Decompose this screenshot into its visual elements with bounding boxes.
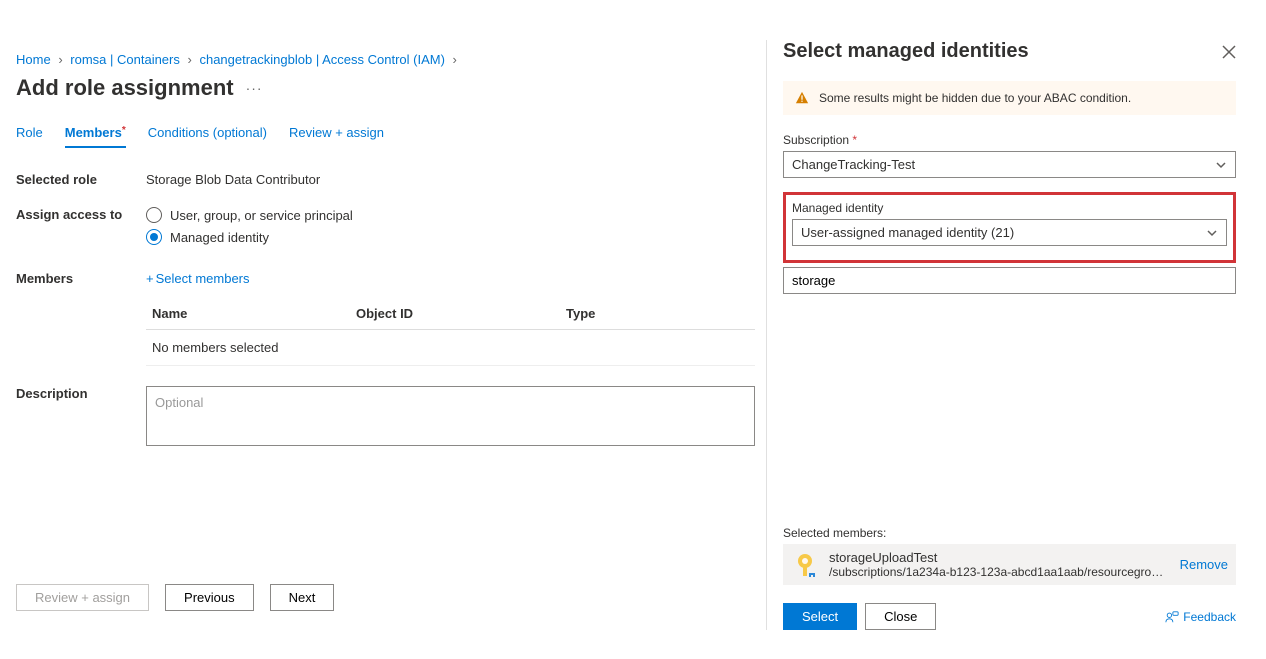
tab-conditions[interactable]: Conditions (optional) xyxy=(148,125,267,148)
col-type: Type xyxy=(566,306,755,321)
review-assign-button[interactable]: Review + assign xyxy=(16,584,149,611)
breadcrumb: Home › romsa | Containers › changetracki… xyxy=(16,52,755,67)
next-button[interactable]: Next xyxy=(270,584,335,611)
selected-role-value: Storage Blob Data Contributor xyxy=(146,172,755,187)
tab-role[interactable]: Role xyxy=(16,125,43,148)
close-icon[interactable] xyxy=(1222,45,1236,59)
radio-icon xyxy=(146,229,162,245)
select-search-field xyxy=(783,267,1236,294)
breadcrumb-iam[interactable]: changetrackingblob | Access Control (IAM… xyxy=(199,52,444,67)
remove-link[interactable]: Remove xyxy=(1180,557,1228,572)
members-label: Members xyxy=(16,271,146,366)
panel-title: Select managed identities xyxy=(783,40,1029,63)
managed-identity-icon xyxy=(791,551,819,579)
select-members-link[interactable]: +Select members xyxy=(146,271,250,286)
page-title-row: Add role assignment ··· xyxy=(16,75,755,101)
radio-user-label: User, group, or service principal xyxy=(170,208,353,223)
tab-members-label: Members xyxy=(65,125,122,140)
subscription-value: ChangeTracking-Test xyxy=(792,157,915,172)
managed-identity-select[interactable]: User-assigned managed identity (21) xyxy=(792,219,1227,246)
breadcrumb-sep: › xyxy=(58,52,62,67)
more-icon[interactable]: ··· xyxy=(246,80,263,96)
tabs: Role Members* Conditions (optional) Revi… xyxy=(16,125,755,148)
managed-identity-value: User-assigned managed identity (21) xyxy=(801,225,1014,240)
managed-identity-field: Managed identity User-assigned managed i… xyxy=(792,201,1227,246)
warning-icon xyxy=(795,91,809,105)
panel-footer: Select Close Feedback xyxy=(783,603,1236,630)
select-members-text: Select members xyxy=(156,271,250,286)
chevron-down-icon xyxy=(1215,159,1227,171)
selected-members-section: Selected members: storageUploadTest /sub… xyxy=(783,526,1236,585)
row-description: Description xyxy=(16,386,755,449)
main-content: Home › romsa | Containers › changetracki… xyxy=(0,0,755,659)
subscription-label: Subscription * xyxy=(783,133,1236,147)
table-header: Name Object ID Type xyxy=(146,298,755,330)
required-indicator: * xyxy=(122,125,126,136)
table-empty: No members selected xyxy=(146,330,755,366)
col-object-id: Object ID xyxy=(356,306,566,321)
breadcrumb-home[interactable]: Home xyxy=(16,52,51,67)
footer-buttons: Review + assign Previous Next xyxy=(16,584,334,611)
close-button[interactable]: Close xyxy=(865,603,936,630)
page-title: Add role assignment xyxy=(16,75,234,101)
info-text: Some results might be hidden due to your… xyxy=(819,91,1131,105)
chevron-down-icon xyxy=(1206,227,1218,239)
search-input[interactable] xyxy=(783,267,1236,294)
managed-identity-label: Managed identity xyxy=(792,201,1227,215)
description-input[interactable] xyxy=(146,386,755,446)
spacer xyxy=(783,308,1236,526)
member-text: storageUploadTest /subscriptions/1a234a-… xyxy=(829,550,1170,579)
subscription-field: Subscription * ChangeTracking-Test xyxy=(783,133,1236,178)
row-members: Members +Select members Name Object ID T… xyxy=(16,271,755,366)
feedback-link[interactable]: Feedback xyxy=(1165,610,1236,624)
description-label: Description xyxy=(16,386,146,449)
required-indicator: * xyxy=(852,133,857,147)
members-table: Name Object ID Type No members selected xyxy=(146,298,755,366)
breadcrumb-sep: › xyxy=(453,52,457,67)
info-bar: Some results might be hidden due to your… xyxy=(783,81,1236,115)
radio-icon xyxy=(146,207,162,223)
radio-user-group[interactable]: User, group, or service principal xyxy=(146,207,755,223)
row-assign-access: Assign access to User, group, or service… xyxy=(16,207,755,251)
select-button[interactable]: Select xyxy=(783,603,857,630)
col-name: Name xyxy=(146,306,356,321)
breadcrumb-containers[interactable]: romsa | Containers xyxy=(70,52,180,67)
member-name: storageUploadTest xyxy=(829,550,1170,565)
member-path: /subscriptions/1a234a-b123-123a-abcd1aa1… xyxy=(829,565,1170,579)
tab-review[interactable]: Review + assign xyxy=(289,125,384,148)
assign-access-label: Assign access to xyxy=(16,207,146,251)
breadcrumb-sep: › xyxy=(188,52,192,67)
feedback-text: Feedback xyxy=(1183,610,1236,624)
plus-icon: + xyxy=(146,271,154,286)
tab-members[interactable]: Members* xyxy=(65,125,126,148)
subscription-select[interactable]: ChangeTracking-Test xyxy=(783,151,1236,178)
selected-role-label: Selected role xyxy=(16,172,146,187)
panel-header: Select managed identities xyxy=(783,40,1236,63)
previous-button[interactable]: Previous xyxy=(165,584,254,611)
row-selected-role: Selected role Storage Blob Data Contribu… xyxy=(16,172,755,187)
highlight-box: Managed identity User-assigned managed i… xyxy=(783,192,1236,263)
selected-members-label: Selected members: xyxy=(783,526,1236,540)
person-feedback-icon xyxy=(1165,610,1179,624)
radio-managed-identity[interactable]: Managed identity xyxy=(146,229,755,245)
radio-managed-label: Managed identity xyxy=(170,230,269,245)
member-card: storageUploadTest /subscriptions/1a234a-… xyxy=(783,544,1236,585)
side-panel: Select managed identities Some results m… xyxy=(766,40,1236,630)
